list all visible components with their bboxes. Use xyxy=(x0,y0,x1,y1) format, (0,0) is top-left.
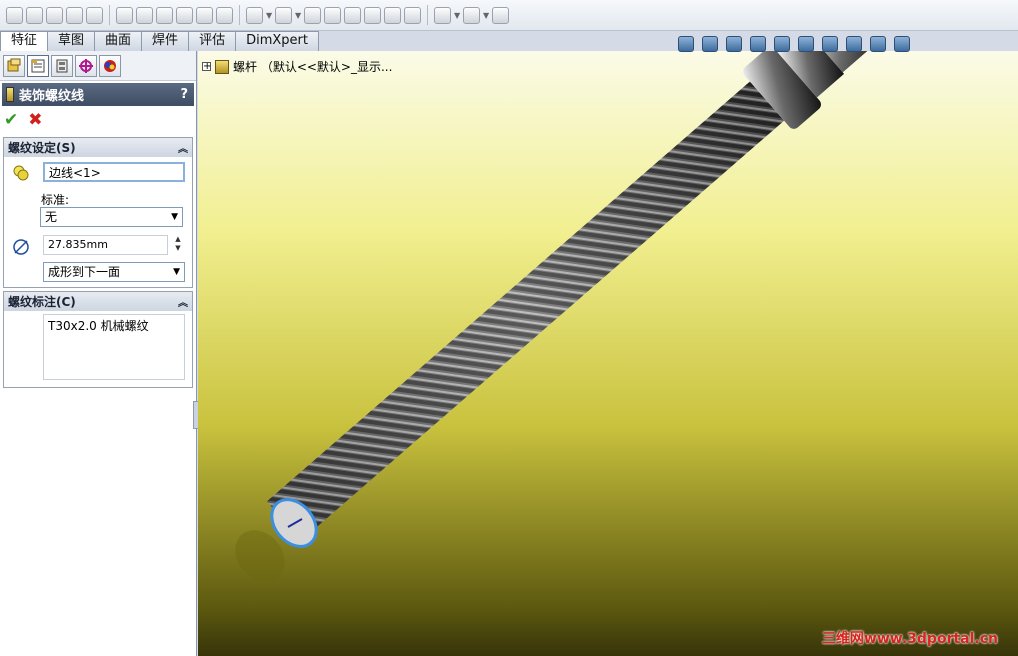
help-icon[interactable]: ? xyxy=(180,87,188,102)
end-condition-dropdown[interactable]: 成形到下一面 ▼ xyxy=(43,262,185,282)
curves-icon[interactable] xyxy=(463,6,480,24)
tab-evaluate[interactable]: 评估 xyxy=(188,31,237,51)
display-manager-icon[interactable] xyxy=(99,54,121,77)
standard-dropdown[interactable]: 无 ▼ xyxy=(40,207,183,227)
view-orientation-icon[interactable] xyxy=(774,36,790,52)
view-settings-icon[interactable] xyxy=(894,36,910,52)
property-manager-title-bar: 装饰螺纹线 ? xyxy=(2,83,194,106)
chevron-down-icon: ▼ xyxy=(173,267,180,277)
dimxpert-manager-icon[interactable] xyxy=(75,54,97,77)
property-manager-icon[interactable] xyxy=(27,54,49,77)
linear-pattern-icon[interactable] xyxy=(275,6,292,24)
edge-selection-field[interactable]: 边线<1> xyxy=(43,162,185,182)
tab-features[interactable]: 特征 xyxy=(0,31,49,52)
command-toolbar: ▼ ▼ ▼ ▼ xyxy=(0,0,1018,31)
callout-text: T30x2.0 机械螺纹 xyxy=(48,319,149,333)
cut-loft-icon[interactable] xyxy=(196,6,213,24)
manager-tabs xyxy=(0,51,196,81)
thread-callout-header[interactable]: 螺纹标注(C) ︽ xyxy=(4,292,192,311)
revolve-icon[interactable] xyxy=(26,6,43,24)
tab-weldments[interactable]: 焊件 xyxy=(141,31,190,51)
instant3d-icon[interactable] xyxy=(492,6,509,24)
collapse-chevron-icon[interactable]: ︽ xyxy=(178,140,188,155)
dome-icon[interactable] xyxy=(384,6,401,24)
threaded-rod-model[interactable] xyxy=(198,51,1018,656)
cut-sweep-icon[interactable] xyxy=(176,6,193,24)
previous-view-icon[interactable] xyxy=(726,36,742,52)
draft-icon[interactable] xyxy=(324,6,341,24)
page-title: 装饰螺纹线 xyxy=(19,89,85,104)
heads-up-view-toolbar xyxy=(678,36,910,52)
group-title: 螺纹设定(S) xyxy=(8,141,76,155)
end-condition-value: 成形到下一面 xyxy=(48,265,121,279)
thread-callout-group: 螺纹标注(C) ︽ T30x2.0 机械螺纹 xyxy=(3,291,193,388)
tab-surfaces[interactable]: 曲面 xyxy=(94,31,143,51)
apply-scene-icon[interactable] xyxy=(870,36,886,52)
extrude-icon[interactable] xyxy=(6,6,23,24)
cut-revolve-icon[interactable] xyxy=(156,6,173,24)
edge-selection-icon xyxy=(13,165,29,181)
collapse-chevron-icon[interactable]: ︽ xyxy=(178,294,188,309)
reference-geometry-icon[interactable] xyxy=(434,6,451,24)
edit-appearance-icon[interactable] xyxy=(846,36,862,52)
group-title: 螺纹标注(C) xyxy=(8,295,76,309)
loft-icon[interactable] xyxy=(66,6,83,24)
tab-sketch[interactable]: 草图 xyxy=(47,31,96,51)
zoom-to-fit-icon[interactable] xyxy=(678,36,694,52)
diameter-spinner[interactable]: ▲ ▼ xyxy=(171,235,185,255)
chevron-down-icon: ▼ xyxy=(171,212,178,222)
standard-value: 无 xyxy=(45,210,58,224)
configuration-manager-icon[interactable] xyxy=(51,54,73,77)
command-tabs: 特征 草图 曲面 焊件 评估 DimXpert xyxy=(0,31,345,52)
watermark-text: 三维网www.3dportal.cn xyxy=(821,631,998,647)
property-manager: 装饰螺纹线 ? ✔ ✖ 螺纹设定(S) ︽ 边线<1> 标准: 无 ▼ 27.8… xyxy=(0,51,201,656)
display-style-icon[interactable] xyxy=(798,36,814,52)
chevron-down-icon[interactable]: ▼ xyxy=(266,11,272,20)
diameter-input[interactable]: 27.835mm xyxy=(43,235,168,255)
chevron-down-icon[interactable]: ▼ xyxy=(483,11,489,20)
cosmetic-thread-icon xyxy=(6,87,14,102)
chevron-down-icon[interactable]: ▼ xyxy=(454,11,460,20)
ok-button[interactable]: ✔ xyxy=(4,110,18,130)
cut-extrude-icon[interactable] xyxy=(116,6,133,24)
chevron-down-icon[interactable]: ▼ xyxy=(295,11,301,20)
diameter-icon xyxy=(12,238,30,256)
fillet-icon[interactable] xyxy=(246,6,263,24)
ok-cancel-row: ✔ ✖ xyxy=(0,106,196,134)
tab-dimxpert[interactable]: DimXpert xyxy=(235,31,319,51)
cut-boundary-icon[interactable] xyxy=(216,6,233,24)
zoom-to-area-icon[interactable] xyxy=(702,36,718,52)
hide-show-items-icon[interactable] xyxy=(822,36,838,52)
mirror-icon[interactable] xyxy=(404,6,421,24)
thread-settings-header[interactable]: 螺纹设定(S) ︽ xyxy=(4,138,192,157)
feature-tree-icon[interactable] xyxy=(3,54,25,77)
rib-icon[interactable] xyxy=(304,6,321,24)
hole-wizard-icon[interactable] xyxy=(136,6,153,24)
sweep-icon[interactable] xyxy=(46,6,63,24)
thread-settings-group: 螺纹设定(S) ︽ 边线<1> 标准: 无 ▼ 27.835mm ▲ ▼ 成形到下… xyxy=(3,137,193,288)
section-view-icon[interactable] xyxy=(750,36,766,52)
standard-label: 标准: xyxy=(41,193,70,207)
thread-callout-textarea[interactable]: T30x2.0 机械螺纹 xyxy=(43,314,185,380)
graphics-viewport[interactable]: + 螺杆 （默认<<默认>_显示... 三维网www.3dportal.cn xyxy=(198,51,1018,656)
shell-icon[interactable] xyxy=(344,6,361,24)
wrap-icon[interactable] xyxy=(364,6,381,24)
boundary-icon[interactable] xyxy=(86,6,103,24)
cancel-button[interactable]: ✖ xyxy=(28,110,42,130)
